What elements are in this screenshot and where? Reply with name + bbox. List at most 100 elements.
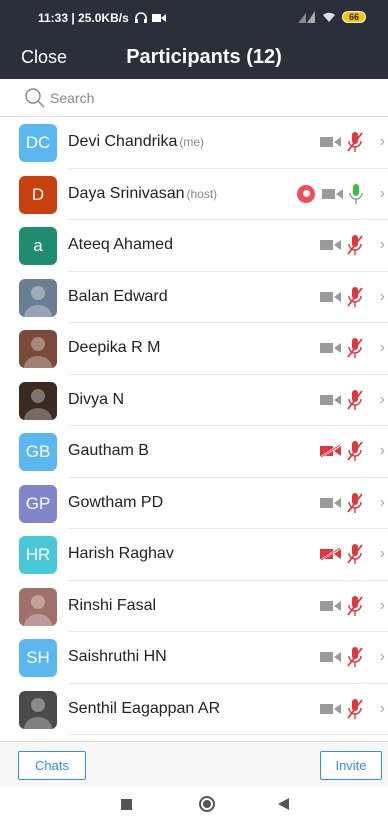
- participant-name-wrap: Devi Chandrika (me): [68, 133, 204, 151]
- participant-status-icons: [320, 337, 364, 359]
- participant-row[interactable]: Deepika R M ›: [0, 323, 388, 375]
- participant-name-wrap: Ateeq Ahamed: [68, 236, 175, 254]
- participant-status-icons: [320, 492, 364, 514]
- mic-muted-icon: [347, 441, 363, 461]
- headset-icon: [134, 12, 147, 23]
- participant-name-wrap: Harish Raghav: [68, 545, 176, 563]
- participant-status-icons: [320, 286, 364, 308]
- participant-name-wrap: Gowtham PD: [68, 494, 165, 512]
- avatar: a: [19, 227, 57, 265]
- status-text: 11:33 | 25.0KB/s: [38, 11, 129, 25]
- android-nav-bar: [0, 787, 388, 823]
- participant-name: Balan Edward: [68, 287, 168, 305]
- status-bar: 11:33 | 25.0KB/s 66: [0, 0, 388, 36]
- video-icon: [320, 497, 341, 508]
- participant-name-wrap: Balan Edward: [68, 288, 170, 306]
- participant-row[interactable]: a Ateeq Ahamed ›: [0, 220, 388, 272]
- participant-row[interactable]: Rinshi Fasal ›: [0, 580, 388, 632]
- invite-button[interactable]: Invite: [320, 751, 382, 780]
- mic-muted-icon: [347, 595, 363, 616]
- wifi-icon: [323, 12, 335, 22]
- participant-name-wrap: Gautham B: [68, 442, 151, 460]
- participant-name: Ateeq Ahamed: [68, 236, 173, 253]
- recording-icon: [297, 184, 315, 203]
- participant-row[interactable]: GP Gowtham PD ›: [0, 477, 388, 529]
- mic-muted-icon: [347, 698, 363, 719]
- participant-list: DC Devi Chandrika (me) › D Daya Srinivasan (ho…: [0, 117, 388, 735]
- participant-role-tag: (host): [186, 186, 218, 201]
- avatar: D: [19, 175, 57, 214]
- participant-name: Deepika R M: [68, 339, 161, 356]
- video-icon: [320, 343, 341, 353]
- avatar: HR: [19, 536, 57, 574]
- avatar: SH: [19, 639, 57, 677]
- search-icon: [25, 88, 45, 108]
- video-icon: [320, 394, 341, 405]
- avatar-photo: [19, 330, 57, 368]
- participant-name-wrap: Senthil Eagappan AR: [68, 700, 222, 718]
- mic-muted-icon: [347, 647, 363, 667]
- participant-name: Saishruthi HN: [68, 648, 167, 665]
- avatar-initials: D: [31, 184, 45, 204]
- recents-button[interactable]: [121, 799, 132, 810]
- participant-row[interactable]: Balan Edward ›: [0, 271, 388, 323]
- page-title: Participants (12): [126, 46, 282, 68]
- participant-name-wrap: Daya Srinivasan (host): [68, 185, 217, 203]
- participant-row[interactable]: DC Devi Chandrika (me) ›: [0, 117, 388, 169]
- avatar: DC: [19, 124, 57, 162]
- participant-name: Daya Srinivasan: [68, 184, 185, 202]
- search-bar[interactable]: Search: [0, 79, 388, 117]
- avatar-photo: [19, 690, 57, 729]
- participant-status-icons: [320, 234, 364, 256]
- video-icon: [320, 703, 341, 714]
- chevron-right-icon: ›: [379, 442, 385, 459]
- back-button[interactable]: [278, 798, 289, 810]
- chevron-right-icon: ›: [379, 287, 385, 305]
- mic-muted-icon: [347, 286, 363, 307]
- avatar-initials: GB: [25, 442, 51, 461]
- video-icon: [320, 240, 341, 250]
- chevron-right-icon: ›: [379, 133, 385, 150]
- mic-muted-icon: [347, 338, 363, 358]
- participant-role-tag: (me): [179, 135, 205, 149]
- participant-name: Gautham B: [68, 442, 149, 459]
- participant-name: Devi Chandrika: [68, 133, 178, 150]
- mic-muted-icon: [347, 544, 363, 564]
- participant-row[interactable]: D Daya Srinivasan (host) ›: [0, 168, 388, 220]
- participant-row[interactable]: GB Gautham B ›: [0, 426, 388, 478]
- home-button[interactable]: [199, 796, 215, 812]
- video-icon: [322, 188, 343, 199]
- participant-row[interactable]: Senthil Eagappan AR ›: [0, 683, 388, 735]
- participant-status-icons: [320, 543, 364, 565]
- mic-on-icon: [349, 183, 363, 204]
- participant-status-icons: [320, 646, 364, 668]
- search-input[interactable]: Search: [50, 90, 94, 106]
- participant-row[interactable]: Divya N ›: [0, 374, 388, 426]
- participant-status-icons: [320, 389, 364, 411]
- avatar-photo: [19, 278, 57, 317]
- video-icon: [320, 652, 341, 662]
- participant-status-icons: [320, 440, 364, 462]
- chats-button[interactable]: Chats: [18, 751, 86, 780]
- participant-name-wrap: Divya N: [68, 391, 126, 409]
- chevron-right-icon: ›: [379, 493, 385, 511]
- avatar-photo: [19, 381, 57, 420]
- participant-row[interactable]: HR Harish Raghav ›: [0, 529, 388, 581]
- avatar-initials: a: [33, 236, 43, 255]
- chevron-right-icon: ›: [379, 596, 385, 614]
- participant-row[interactable]: SH Saishruthi HN ›: [0, 632, 388, 684]
- mic-muted-icon: [347, 492, 363, 513]
- avatar: GP: [19, 484, 57, 523]
- chevron-right-icon: ›: [379, 390, 385, 408]
- chevron-right-icon: ›: [379, 184, 385, 202]
- avatar-photo: [19, 587, 57, 626]
- participant-name: Gowtham PD: [68, 493, 164, 511]
- avatar-initials: HR: [25, 545, 51, 564]
- chevron-right-icon: ›: [379, 236, 385, 253]
- participant-status-icons: [320, 698, 364, 720]
- avatar-initials: DC: [25, 133, 51, 152]
- video-off-icon: [320, 444, 341, 458]
- avatar: GB: [19, 433, 57, 471]
- participant-name: Rinshi Fasal: [68, 596, 157, 614]
- video-icon: [320, 291, 341, 302]
